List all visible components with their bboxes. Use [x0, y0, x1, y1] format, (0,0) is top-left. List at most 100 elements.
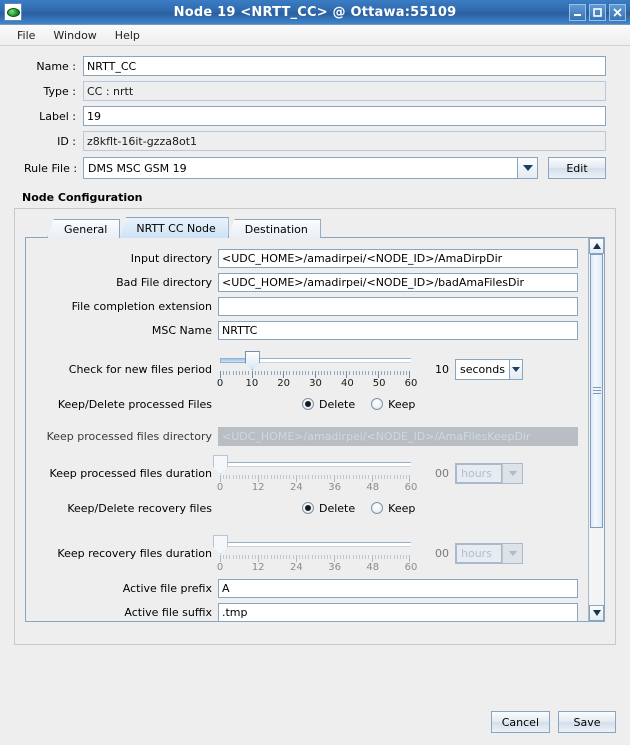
- slider-tick-label: 12: [251, 482, 265, 493]
- save-button[interactable]: Save: [558, 711, 616, 733]
- slider-tick-label: 60: [404, 482, 418, 493]
- dialog-buttons: Cancel Save: [490, 711, 616, 733]
- bad-file-directory-input[interactable]: <UDC_HOME>/amadirpei/<NODE_ID>/badAmaFil…: [218, 272, 578, 292]
- keep-recovery-duration-label: Keep recovery files duration: [57, 546, 212, 560]
- radio-recovery-delete[interactable]: Delete: [302, 502, 355, 515]
- radio-processed-keep-label: Keep: [388, 397, 416, 411]
- window-controls: [569, 3, 626, 21]
- msc-name-input[interactable]: NRTTC: [218, 320, 578, 340]
- slider-tick-label: 24: [290, 482, 303, 493]
- msc-name-label: MSC Name: [151, 323, 212, 337]
- app-icon: [4, 3, 22, 21]
- vertical-scrollbar[interactable]: [588, 238, 604, 621]
- keep-processed-directory-label: Keep processed files directory: [46, 429, 212, 443]
- keep-delete-processed-radiogroup: Delete Keep: [302, 398, 415, 411]
- label-row: Label : 19: [24, 106, 606, 126]
- radio-processed-keep[interactable]: Keep: [371, 398, 415, 411]
- input-directory-row: Input directory <UDC_HOME>/amadirpei/<NO…: [34, 248, 580, 268]
- check-period-slider[interactable]: 0 10 20 30 40 50 60: [216, 347, 417, 391]
- name-label: Name :: [36, 59, 76, 73]
- settings-content: Input directory <UDC_HOME>/amadirpei/<NO…: [26, 238, 588, 621]
- input-directory-input[interactable]: <UDC_HOME>/amadirpei/<NODE_ID>/AmaDirpDi…: [218, 248, 578, 268]
- radio-recovery-keep-label: Keep: [388, 501, 416, 515]
- close-icon[interactable]: [609, 3, 626, 21]
- slider-tick-label: 48: [366, 482, 380, 493]
- scroll-down-button[interactable]: [589, 605, 604, 621]
- slider-tick-label: 20: [277, 378, 291, 389]
- keep-processed-directory-row: Keep processed files directory <UDC_HOME…: [34, 426, 580, 446]
- chevron-down-icon[interactable]: [517, 158, 537, 178]
- minimize-icon[interactable]: [569, 3, 586, 21]
- node-configuration-panel: General NRTT CC Node Destination Input d…: [14, 208, 616, 645]
- keep-recovery-duration-row: Keep recovery files duration 0 12 24 36 48 60…: [34, 530, 580, 576]
- label-label: Label :: [39, 109, 76, 123]
- name-row: Name : NRTT_CC: [24, 56, 606, 76]
- active-file-suffix-input[interactable]: .tmp: [218, 602, 578, 621]
- slider-tick-label: 36: [328, 562, 341, 573]
- file-completion-extension-input[interactable]: [218, 296, 578, 316]
- slider-tick-label: 60: [404, 562, 418, 573]
- edit-button[interactable]: Edit: [548, 157, 606, 179]
- tab-nrtt-cc-node[interactable]: NRTT CC Node: [119, 217, 229, 238]
- slider-tick-label: 12: [251, 562, 265, 573]
- type-row: Type : CC : nrtt: [24, 81, 606, 101]
- bad-file-directory-row: Bad File directory <UDC_HOME>/amadirpei/…: [34, 272, 580, 292]
- active-file-suffix-label: Active file suffix: [124, 605, 212, 619]
- radio-processed-delete-label: Delete: [319, 397, 356, 411]
- keep-processed-duration-unit-select: hours: [455, 462, 523, 484]
- keep-delete-processed-row: Keep/Delete processed Files Delete Keep: [34, 394, 580, 414]
- slider-tick-label: 24: [290, 562, 303, 573]
- cancel-button[interactable]: Cancel: [490, 711, 550, 733]
- id-value: z8kflt-16it-gzza8ot1: [83, 131, 606, 151]
- active-file-prefix-input[interactable]: A: [218, 578, 578, 598]
- check-period-row: Check for new files period 0 10 20 30 40 50 60…: [34, 346, 580, 392]
- menu-window[interactable]: Window: [44, 27, 105, 44]
- bad-file-directory-label: Bad File directory: [116, 275, 212, 289]
- scrollbar-track[interactable]: [589, 254, 604, 605]
- check-period-slider-thumb[interactable]: [244, 351, 260, 370]
- scroll-up-button[interactable]: [589, 238, 604, 254]
- rule-file-value: DMS MSC GSM 19: [88, 161, 187, 175]
- slider-tick-label: 40: [340, 378, 354, 389]
- slider-tick-label: 48: [366, 562, 380, 573]
- radio-icon: [302, 398, 314, 410]
- keep-delete-recovery-row: Keep/Delete recovery files Delete Keep: [34, 498, 580, 518]
- id-label: ID :: [57, 134, 76, 148]
- tab-destination[interactable]: Destination: [227, 219, 321, 238]
- keep-delete-processed-label: Keep/Delete processed Files: [57, 397, 212, 411]
- slider-tick-label: 50: [372, 378, 386, 389]
- rule-file-select[interactable]: DMS MSC GSM 19: [83, 157, 538, 179]
- slider-tick-label: 60: [404, 378, 418, 389]
- label-input[interactable]: 19: [83, 106, 606, 126]
- maximize-icon[interactable]: [589, 3, 606, 21]
- scrollbar-thumb[interactable]: [590, 254, 603, 528]
- slider-tick-label: 30: [309, 378, 322, 389]
- settings-scroll-panel: Input directory <UDC_HOME>/amadirpei/<NO…: [25, 237, 605, 622]
- id-row: ID : z8kflt-16it-gzza8ot1: [24, 131, 606, 151]
- chevron-down-icon[interactable]: [508, 359, 522, 379]
- radio-recovery-keep[interactable]: Keep: [371, 502, 415, 515]
- keep-processed-directory-input: <UDC_HOME>/amadirpei/<NODE_ID>/AmaFilesK…: [218, 426, 578, 446]
- tab-general[interactable]: General: [47, 219, 121, 238]
- menu-file[interactable]: File: [8, 27, 44, 44]
- window-titlebar: Node 19 <NRTT_CC> @ Ottawa:55109: [0, 0, 630, 25]
- type-value: CC : nrtt: [83, 81, 606, 101]
- keep-processed-duration-row: Keep processed files duration 0 12 24 36 48 6…: [34, 450, 580, 496]
- radio-recovery-delete-label: Delete: [319, 501, 356, 515]
- menu-help[interactable]: Help: [106, 27, 149, 44]
- window-title: Node 19 <NRTT_CC> @ Ottawa:55109: [173, 4, 457, 20]
- tab-bar: General NRTT CC Node Destination: [47, 217, 605, 238]
- chevron-down-icon: [502, 543, 522, 563]
- slider-tick-label: 36: [328, 482, 341, 493]
- keep-recovery-duration-unit-select: hours: [455, 542, 523, 564]
- check-period-unit-select[interactable]: seconds: [455, 358, 523, 380]
- keep-recovery-duration-slider: 0 12 24 36 48 60: [213, 531, 417, 575]
- slider-tick-label: 0: [216, 378, 224, 389]
- radio-processed-delete[interactable]: Delete: [302, 398, 355, 411]
- name-input[interactable]: NRTT_CC: [83, 56, 606, 76]
- keep-recovery-duration-value: 00: [435, 546, 449, 560]
- check-period-unit-value: seconds: [456, 359, 509, 379]
- node-configuration-title: Node Configuration: [22, 191, 143, 204]
- slider-tick-label: 10: [245, 378, 259, 389]
- radio-icon: [371, 398, 384, 410]
